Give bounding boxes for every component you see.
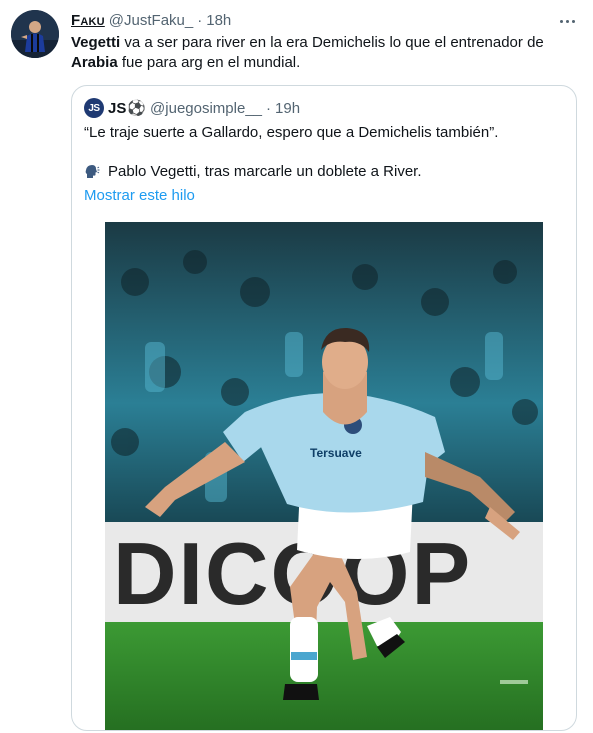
quoted-timestamp[interactable]: 19h [275,100,300,117]
quoted-display-name[interactable]: JS [108,100,126,117]
tweet: Faku @JustFaku_ · 18h Vegetti va a ser p… [0,0,593,733]
display-name[interactable]: Faku [71,12,105,29]
mention-vegetti: Vegetti [71,34,121,51]
tweet-text-part: fue para arg en el mundial. [117,54,301,71]
shirt-sponsor: Tersuave [310,446,362,460]
soccer-ball-icon: ⚽ [127,100,147,117]
speaking-head-icon [85,165,100,178]
user-handle[interactable]: @JustFaku_ [109,12,193,29]
timestamp[interactable]: 18h [206,12,231,29]
quoted-tweet[interactable]: JS JS ⚽ @juegosimple__ · 19h “Le traje s… [71,85,577,731]
quoted-text-line1: “Le traje suerte a Gallardo, espero que … [84,124,499,141]
separator-dot: · [266,99,272,117]
avatar-image [11,10,59,58]
quoted-header: JS ⚽ @juegosimple__ · 19h [108,97,300,119]
show-thread-link[interactable]: Mostrar este hilo [84,186,195,206]
separator-dot: · [197,11,203,29]
quoted-handle[interactable]: @juegosimple__ [150,100,262,117]
avatar[interactable] [11,10,59,58]
mention-arabia: Arabia [71,54,118,71]
quoted-avatar[interactable]: JS [84,98,104,118]
tweet-text: Vegetti va a ser para river en la era De… [71,33,571,73]
quoted-caption: Pablo Vegetti, tras marcarle un doblete … [108,163,422,180]
tweet-header: Faku @JustFaku_ · 18h [71,10,231,30]
quoted-text-line2: Pablo Vegetti, tras marcarle un doblete … [84,162,422,182]
banner-text: DICOOP [113,524,472,623]
tweet-photo[interactable]: DICOOP Tersuave [105,222,543,730]
tweet-text-part: va a ser para river en la era Demichelis… [120,34,544,51]
more-options-icon[interactable] [556,11,578,31]
player-celebration-image: DICOOP Tersuave [105,222,543,730]
